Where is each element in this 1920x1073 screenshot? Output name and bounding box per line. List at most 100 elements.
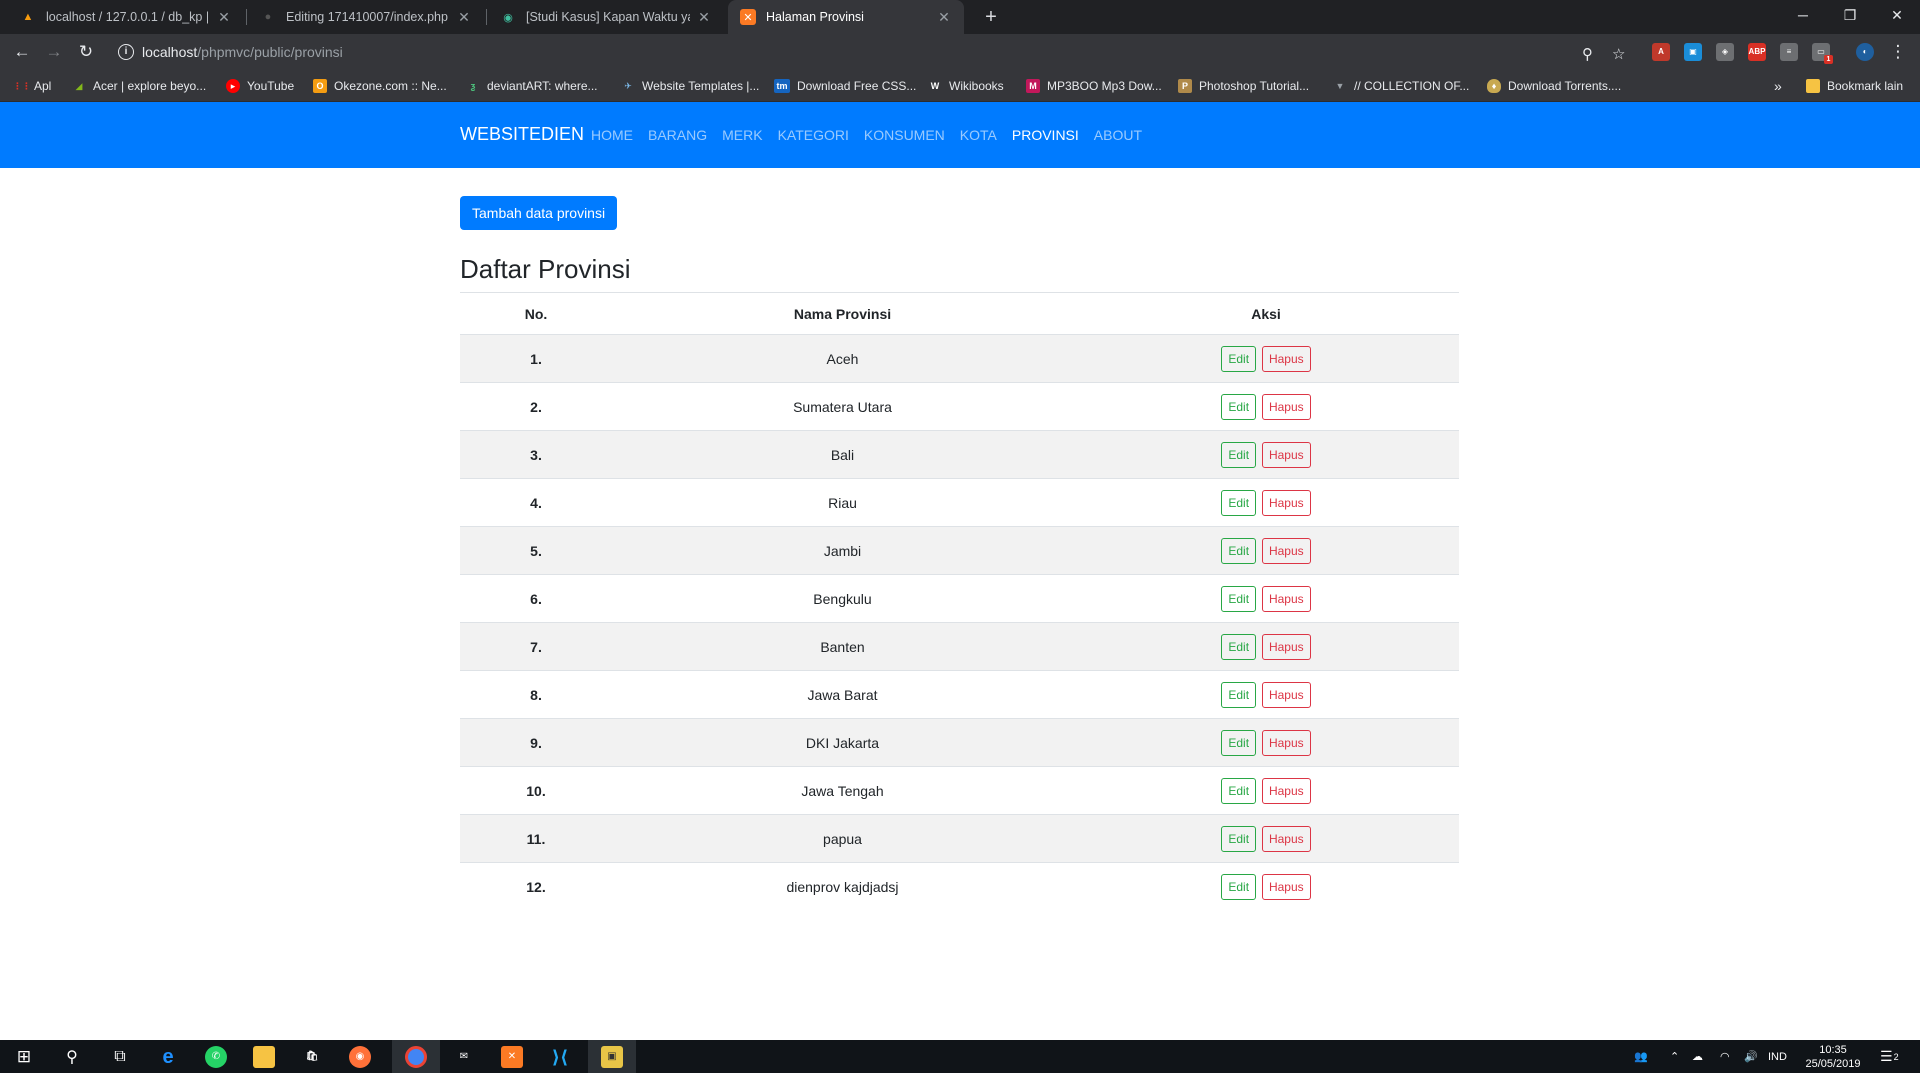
edit-button[interactable]: Edit	[1221, 873, 1257, 900]
edit-button[interactable]: Edit	[1221, 585, 1257, 612]
taskbar-app[interactable]: ▣	[588, 1040, 636, 1073]
delete-button[interactable]: Hapus	[1261, 825, 1311, 852]
adblock-plus-icon[interactable]: ABP	[1748, 43, 1766, 61]
onedrive-icon[interactable]: ☁	[1692, 1040, 1703, 1073]
back-button[interactable]: ←	[10, 40, 34, 64]
delete-button[interactable]: Hapus	[1261, 729, 1311, 756]
edit-button[interactable]: Edit	[1221, 777, 1257, 804]
taskbar-xampp[interactable]: ✕	[488, 1040, 536, 1073]
taskbar-chrome[interactable]	[392, 1040, 440, 1073]
taskbar-store[interactable]: 🛍	[288, 1040, 336, 1073]
delete-button[interactable]: Hapus	[1261, 873, 1311, 900]
profile-avatar[interactable]: ◐	[1856, 43, 1874, 61]
bookmark-item[interactable]: W Wikibooks	[928, 77, 1004, 95]
bookmark-star-icon[interactable]: ☆	[1612, 45, 1625, 63]
start-button[interactable]: ⊞	[0, 1040, 48, 1073]
nav-link-merk[interactable]: MERK	[722, 127, 762, 143]
extension-icon[interactable]: ≡	[1780, 43, 1798, 61]
zoom-icon[interactable]: ⚲	[1582, 45, 1593, 63]
bookmark-item[interactable]: ◢ Acer | explore beyo...	[72, 77, 207, 95]
other-bookmarks-folder[interactable]: Bookmark lain	[1806, 77, 1903, 95]
close-tab-icon[interactable]: ✕	[456, 9, 472, 26]
browser-tab[interactable]: ▲ localhost / 127.0.0.1 / db_kp | php ✕	[8, 0, 244, 34]
tray-overflow-icon[interactable]: ⌃	[1670, 1040, 1679, 1073]
taskbar-edge[interactable]: e	[144, 1040, 192, 1073]
site-brand[interactable]: WEBSITEDIEN	[460, 124, 584, 145]
row-number: 9.	[460, 718, 612, 767]
bookmark-item[interactable]: ✈ Website Templates |...	[621, 77, 759, 95]
browser-tab[interactable]: ◉ [Studi Kasus] Kapan Waktu yang ✕	[488, 0, 724, 34]
edit-button[interactable]: Edit	[1221, 681, 1257, 708]
delete-button[interactable]: Hapus	[1261, 441, 1311, 468]
edit-button[interactable]: Edit	[1221, 537, 1257, 564]
forward-button[interactable]: →	[42, 40, 66, 64]
search-button[interactable]: ⚲	[48, 1040, 96, 1073]
delete-button[interactable]: Hapus	[1261, 489, 1311, 516]
delete-button[interactable]: Hapus	[1261, 537, 1311, 564]
add-province-button[interactable]: Tambah data provinsi	[460, 196, 618, 230]
extension-icon[interactable]: ▣	[1684, 43, 1702, 61]
delete-button[interactable]: Hapus	[1261, 681, 1311, 708]
pdf-extension-icon[interactable]: A	[1652, 43, 1670, 61]
edit-button[interactable]: Edit	[1221, 489, 1257, 516]
close-tab-icon[interactable]: ✕	[696, 9, 712, 26]
bookmark-item[interactable]: ▼// COLLECTION OF...	[1333, 77, 1470, 95]
wifi-icon[interactable]: ◠	[1720, 1040, 1730, 1073]
system-clock[interactable]: 10:35 25/05/2019	[1798, 1043, 1868, 1071]
nav-link-barang[interactable]: BARANG	[648, 127, 707, 143]
extension-icon[interactable]: ▭ 1	[1812, 43, 1833, 64]
delete-button[interactable]: Hapus	[1261, 633, 1311, 660]
action-center-button[interactable]: ☰ 2	[1880, 1040, 1899, 1073]
minimize-button[interactable]: ─	[1780, 0, 1826, 30]
whatsapp-icon: ✆	[205, 1045, 227, 1068]
task-view-button[interactable]: ⧉	[96, 1040, 144, 1073]
nav-link-about[interactable]: ABOUT	[1094, 127, 1142, 143]
delete-button[interactable]: Hapus	[1261, 393, 1311, 420]
edit-button[interactable]: Edit	[1221, 825, 1257, 852]
nav-link-home[interactable]: HOME	[591, 127, 633, 143]
bookmark-item[interactable]: tm Download Free CSS...	[774, 77, 916, 95]
nav-link-konsumen[interactable]: KONSUMEN	[864, 127, 945, 143]
menu-kebab-icon[interactable]: ⋮	[1886, 40, 1910, 64]
reload-button[interactable]: ↻	[74, 40, 98, 64]
taskbar-firefox[interactable]: ◉	[336, 1040, 384, 1073]
bookmark-apps[interactable]: ⋮⋮ Apl	[13, 77, 51, 95]
restore-button[interactable]: ❐	[1827, 0, 1873, 30]
volume-icon[interactable]: 🔊	[1744, 1040, 1758, 1073]
nav-link-kategori[interactable]: KATEGORI	[778, 127, 849, 143]
browser-tab[interactable]: ● Editing 171410007/index.php at ✕	[248, 0, 484, 34]
close-tab-icon[interactable]: ✕	[936, 9, 952, 26]
edit-button[interactable]: Edit	[1221, 729, 1257, 756]
edit-button[interactable]: Edit	[1221, 633, 1257, 660]
taskbar-vscode[interactable]: ⟩⟨	[536, 1040, 584, 1073]
delete-button[interactable]: Hapus	[1261, 777, 1311, 804]
delete-button[interactable]: Hapus	[1261, 345, 1311, 372]
new-tab-button[interactable]: +	[978, 4, 1004, 30]
province-name: Bali	[612, 430, 1073, 479]
browser-tab-active[interactable]: ✕ Halaman Provinsi ✕	[728, 0, 964, 34]
address-bar[interactable]: i localhost/phpmvc/public/provinsi ⚲ ☆	[110, 38, 1690, 66]
bookmark-item[interactable]: O Okezone.com :: Ne...	[313, 77, 447, 95]
info-icon[interactable]: i	[118, 44, 134, 60]
language-indicator[interactable]: IND	[1768, 1040, 1787, 1073]
nav-link-kota[interactable]: KOTA	[960, 127, 997, 143]
bookmark-item[interactable]: ƺ deviantART: where...	[466, 77, 598, 95]
bookmark-item[interactable]: ♦ Download Torrents....	[1487, 77, 1621, 95]
delete-button[interactable]: Hapus	[1261, 585, 1311, 612]
extension-icon[interactable]: ◈	[1716, 43, 1734, 61]
taskbar-whatsapp[interactable]: ✆	[192, 1040, 240, 1073]
edit-button[interactable]: Edit	[1221, 393, 1257, 420]
close-tab-icon[interactable]: ✕	[216, 9, 232, 26]
people-icon[interactable]: 👥	[1634, 1040, 1648, 1073]
bookmark-item[interactable]: P Photoshop Tutorial...	[1178, 77, 1309, 95]
close-window-button[interactable]: ✕	[1874, 0, 1920, 30]
edit-button[interactable]: Edit	[1221, 345, 1257, 372]
edit-button[interactable]: Edit	[1221, 441, 1257, 468]
folder-icon	[1806, 79, 1820, 93]
taskbar-file-explorer[interactable]	[240, 1040, 288, 1073]
bookmark-item[interactable]: M MP3BOO Mp3 Dow...	[1026, 77, 1162, 95]
bookmark-item[interactable]: ▸ YouTube	[226, 77, 294, 95]
taskbar-mail[interactable]: ✉	[440, 1040, 488, 1073]
bookmarks-overflow-button[interactable]: »	[1774, 77, 1782, 95]
nav-link-provinsi[interactable]: PROVINSI	[1012, 127, 1079, 143]
